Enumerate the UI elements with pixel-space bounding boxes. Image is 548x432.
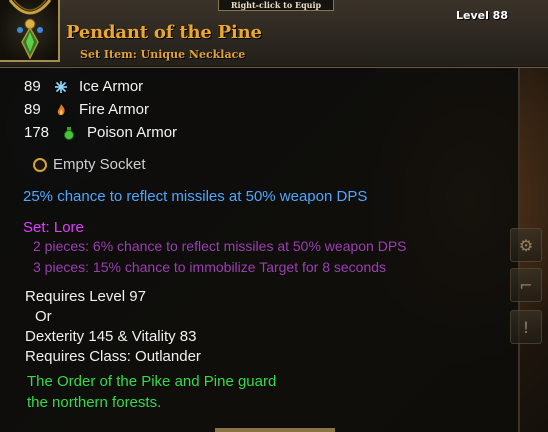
- gear-icon: ⚙: [518, 235, 534, 255]
- side-panel-button[interactable]: ⚙: [510, 228, 542, 262]
- requires-or: Or: [35, 308, 52, 325]
- side-panel-button[interactable]: !: [510, 310, 542, 344]
- requires-stats: Dexterity 145 & Vitality 83: [25, 328, 197, 345]
- socket-label: Empty Socket: [53, 156, 146, 173]
- set-name: Set: Lore: [23, 219, 84, 236]
- scroll-icon: ⌐: [519, 275, 533, 295]
- alert-icon: !: [522, 317, 530, 337]
- poison-flask-icon: [62, 126, 76, 140]
- flavor-text-line-1: The Order of the Pike and Pine guard: [27, 373, 277, 390]
- armor-label: Ice Armor: [79, 78, 144, 95]
- equip-hint: Right-click to Equip: [218, 0, 334, 11]
- item-name: Pendant of the Pine: [66, 22, 262, 43]
- armor-value: 178: [24, 124, 50, 141]
- socket-ring-icon: [33, 158, 47, 172]
- reflect-affix: 25% chance to reflect missiles at 50% we…: [23, 188, 368, 205]
- requires-class: Requires Class: Outlander: [25, 348, 201, 365]
- armor-value: 89: [24, 78, 41, 95]
- item-type: Set Item: Unique Necklace: [80, 48, 246, 61]
- armor-value: 89: [24, 101, 41, 118]
- bottom-frame-edge: [215, 428, 335, 432]
- side-panel-button[interactable]: ⌐: [510, 268, 542, 302]
- flame-icon: [54, 103, 68, 117]
- armor-label: Poison Armor: [87, 124, 178, 141]
- armor-label: Fire Armor: [79, 101, 150, 118]
- set-bonus-3: 3 pieces: 15% chance to immobilize Targe…: [33, 259, 387, 275]
- requires-level: Requires Level 97: [25, 288, 146, 305]
- header-divider: [0, 66, 548, 67]
- pendant-icon[interactable]: [0, 0, 60, 62]
- item-level: Level 88: [455, 9, 508, 22]
- set-bonus-2: 2 pieces: 6% chance to reflect missiles …: [33, 238, 407, 254]
- item-tooltip: Right-click to Equip Level 88 Pendant of…: [0, 0, 548, 432]
- snowflake-icon: [54, 80, 68, 94]
- flavor-text-line-2: the northern forests.: [27, 394, 162, 411]
